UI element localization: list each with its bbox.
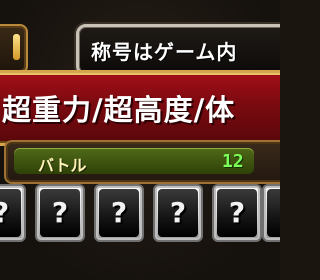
back-tab[interactable] bbox=[0, 24, 28, 74]
question-mark-icon: ? bbox=[0, 196, 24, 229]
unknown-monster-card[interactable]: ? bbox=[35, 184, 85, 242]
battle-row: バトル 12 bbox=[4, 140, 280, 184]
battle-count: 12 bbox=[222, 151, 244, 172]
question-mark-icon: ? bbox=[51, 196, 69, 229]
battle-label: バトル bbox=[38, 156, 87, 175]
question-mark-icon: ? bbox=[264, 196, 280, 229]
unknown-monster-card[interactable]: ? bbox=[153, 184, 203, 242]
question-mark-icon: ? bbox=[110, 196, 128, 229]
unknown-monster-card[interactable]: ? bbox=[0, 184, 26, 242]
question-mark-icon: ? bbox=[228, 196, 246, 229]
unknown-monster-card[interactable]: ? bbox=[212, 184, 262, 242]
unknown-monster-card[interactable]: ? bbox=[262, 184, 280, 242]
battle-bar: バトル 12 bbox=[14, 148, 254, 175]
tab-marker-icon bbox=[13, 34, 20, 60]
dungeon-name: 超重力/超高度/体 bbox=[2, 93, 236, 127]
title-panel: 称号はゲーム内 bbox=[76, 24, 280, 76]
game-screen: 称号はゲーム内 超重力/超高度/体 バトル 12 ? ? ? ? ? bbox=[0, 0, 280, 280]
dungeon-banner[interactable]: 超重力/超高度/体 bbox=[0, 70, 280, 146]
unknown-monster-list: ? ? ? ? ? ? bbox=[0, 184, 280, 248]
title-text: 称号はゲーム内 bbox=[91, 40, 238, 64]
unknown-monster-card[interactable]: ? bbox=[94, 184, 144, 242]
question-mark-icon: ? bbox=[169, 196, 187, 229]
